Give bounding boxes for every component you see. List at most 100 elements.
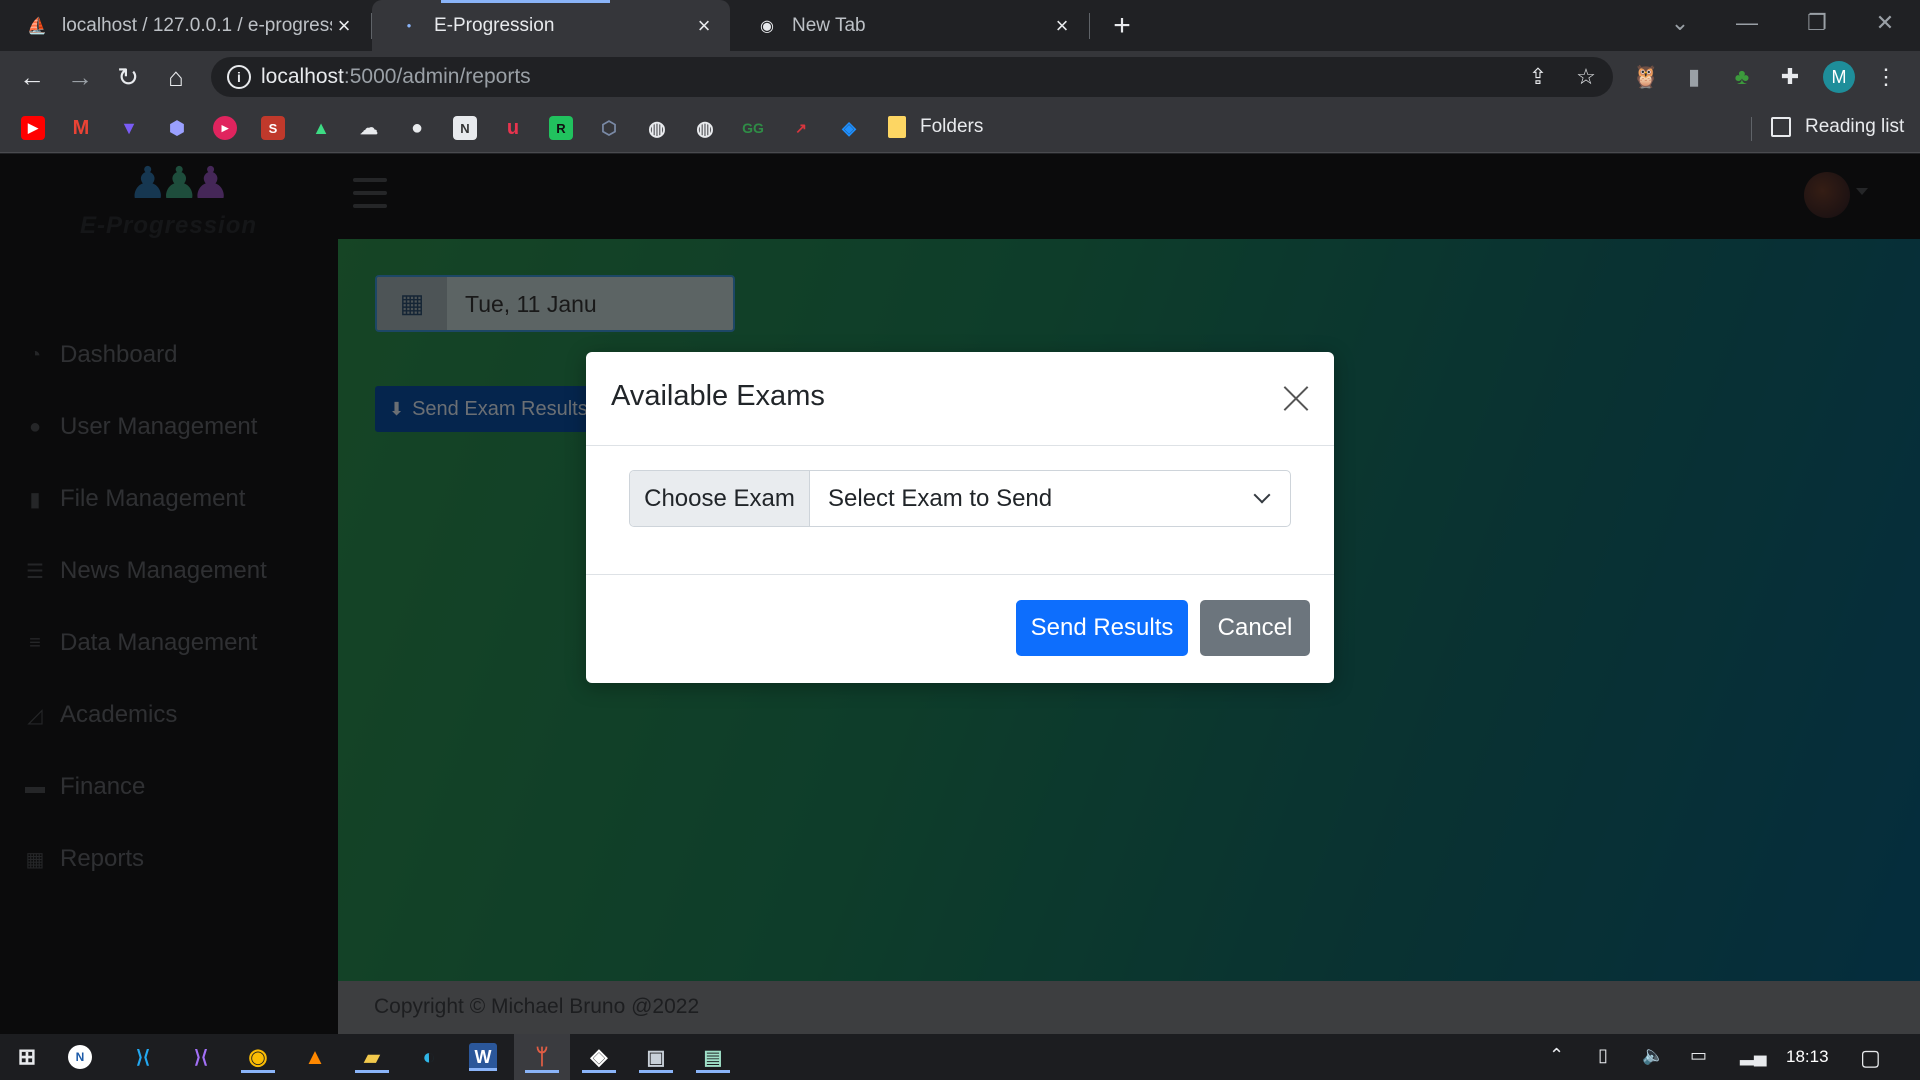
extensions-puzzle-icon[interactable]: ✚ (1774, 61, 1806, 93)
close-tab-icon[interactable]: × (332, 13, 356, 38)
close-tab-icon[interactable]: × (692, 13, 716, 38)
windows-taskbar: ⊞ N ⟩⟨ ⟩⟨ ◉ ▲ ▰ ◐ W ᛘ ◈ ▣ ▤ ⌃ ▯ 🔈 ▭ ▂▄ 1… (0, 1034, 1920, 1080)
tab-divider (1089, 13, 1090, 39)
word-icon[interactable]: W (469, 1043, 497, 1071)
square-s-icon[interactable]: S (261, 116, 285, 140)
globe-icon[interactable]: ◍ (693, 116, 717, 140)
reading-list-icon (1771, 117, 1791, 137)
cloud-icon[interactable]: ☁ (357, 116, 381, 140)
udemy-icon[interactable]: u (501, 116, 525, 140)
url-host: localhost (261, 65, 344, 88)
virtualbox-icon[interactable]: ▣ (639, 1041, 673, 1073)
app-window-icon[interactable]: ▤ (696, 1041, 730, 1073)
vlc-icon[interactable]: ▲ (298, 1041, 332, 1073)
share-icon[interactable]: ⇪ (1525, 64, 1551, 90)
gear-hex-icon[interactable]: ⬢ (165, 116, 189, 140)
profile-avatar[interactable]: M (1823, 61, 1855, 93)
extension-owl-icon[interactable]: 🦉 (1630, 61, 1662, 93)
bookmark-folder[interactable]: Folders (888, 116, 983, 138)
browser-tabstrip: ⛵ localhost / 127.0.0.1 / e-progress × ●… (0, 0, 1920, 51)
browser-toolbar: ← → ↻ ⌂ i localhost:5000/admin/reports ⇪… (0, 51, 1920, 103)
new-tab-button[interactable]: + (1106, 9, 1138, 42)
chevron-down-icon (1253, 486, 1271, 504)
volume-icon[interactable]: 🔈 (1642, 1045, 1664, 1066)
forward-button[interactable]: → (62, 59, 98, 95)
minimize-button[interactable]: — (1712, 0, 1782, 45)
taskbar-indicator (469, 1068, 497, 1071)
signal-icon[interactable]: ▂▄ (1740, 1045, 1767, 1066)
available-exams-modal: Available Exams Choose Exam Select Exam … (586, 352, 1334, 683)
tab-new-tab[interactable]: ◉ New Tab × (730, 0, 1088, 51)
close-icon[interactable] (1283, 385, 1309, 411)
chevron-up-icon[interactable]: ⌃ (1549, 1045, 1564, 1066)
modal-title: Available Exams (611, 380, 825, 412)
modal-footer: Send Results Cancel (586, 575, 1334, 683)
battery-icon[interactable]: ▭ (1690, 1045, 1707, 1066)
tab-search-icon[interactable]: ⌄ (1645, 0, 1715, 45)
site-info-icon[interactable]: i (227, 65, 251, 89)
tab-title: E-Progression (434, 14, 555, 36)
bookmarks-bar: ▶ M ▼ ⬢ ▸ S ▲ ☁ ● N u R ⬡ ◍ ◍ GG ↗ ◈ Fol… (0, 103, 1920, 153)
bookmark-star-icon[interactable]: ☆ (1573, 64, 1599, 90)
phpmyadmin-icon: ⛵ (27, 17, 47, 35)
git-kraken-icon[interactable]: ◈ (582, 1041, 616, 1073)
close-tab-icon[interactable]: × (1050, 13, 1074, 38)
extension-tree-icon[interactable]: ♣ (1726, 61, 1758, 93)
clock[interactable]: 18:13 (1786, 1047, 1829, 1067)
windows-start-icon[interactable]: ⊞ (10, 1041, 44, 1073)
file-explorer-icon[interactable]: ▰ (355, 1041, 389, 1073)
visual-studio-icon[interactable]: ⟩⟨ (184, 1041, 218, 1073)
exam-select[interactable]: Select Exam to Send (810, 471, 1290, 526)
app-n-icon[interactable]: N (68, 1045, 92, 1069)
close-window-button[interactable]: ✕ (1850, 0, 1920, 45)
youtube-icon[interactable]: ▶ (21, 116, 45, 140)
extension-bottle-icon[interactable]: ▮ (1678, 61, 1710, 93)
back-button[interactable]: ← (14, 59, 50, 95)
chart-icon[interactable]: ↗ (789, 116, 813, 140)
gmail-icon[interactable]: M (69, 116, 93, 140)
taskbar-indicator (241, 1070, 275, 1073)
chrome-icon: ◉ (760, 17, 774, 35)
edge-icon[interactable]: ◐ (412, 1041, 446, 1073)
taskbar-indicator (639, 1070, 673, 1073)
r-square-icon[interactable]: R (549, 116, 573, 140)
modal-body: Choose Exam Select Exam to Send (586, 446, 1334, 575)
modal-header: Available Exams (586, 352, 1334, 446)
taskbar-indicator (696, 1070, 730, 1073)
tab-title: localhost / 127.0.0.1 / e-progress (62, 14, 332, 36)
notion-icon[interactable]: N (453, 116, 477, 140)
git-icon[interactable]: ᛘ (525, 1041, 559, 1073)
play-circle-icon[interactable]: ▸ (213, 116, 237, 140)
site-favicon: ● (406, 21, 412, 30)
android-icon[interactable]: ▲ (309, 116, 333, 140)
url-text: localhost:5000/admin/reports (261, 65, 531, 89)
vscode-icon[interactable]: ⟩⟨ (126, 1041, 160, 1073)
device-icon[interactable]: ▯ (1598, 1045, 1608, 1066)
folder-label: Folders (920, 116, 984, 137)
reload-button[interactable]: ↻ (110, 59, 146, 95)
web-page: ♟♟♟ E-Progression ◔Dashboard ●User Manag… (0, 154, 1920, 1034)
exam-input-group: Choose Exam Select Exam to Send (629, 470, 1291, 527)
notification-icon[interactable]: ▢ (1860, 1045, 1881, 1071)
globe-icon[interactable]: ◍ (645, 116, 669, 140)
reading-list-label: Reading list (1805, 116, 1905, 137)
home-button[interactable]: ⌂ (158, 59, 194, 95)
cube-icon[interactable]: ⬡ (597, 116, 621, 140)
github-icon[interactable]: ● (405, 116, 429, 140)
exam-select-value: Select Exam to Send (828, 484, 1053, 512)
tab-e-progression[interactable]: ● E-Progression × (372, 0, 730, 51)
chrome-icon[interactable]: ◉ (241, 1041, 275, 1073)
box-icon[interactable]: ◈ (837, 116, 861, 140)
tab-phpmyadmin[interactable]: ⛵ localhost / 127.0.0.1 / e-progress × (0, 0, 370, 51)
send-results-button[interactable]: Send Results (1016, 600, 1188, 656)
cancel-button[interactable]: Cancel (1200, 600, 1310, 656)
restore-button[interactable]: ❐ (1782, 0, 1852, 45)
tab-title: New Tab (792, 14, 866, 36)
address-bar[interactable]: i localhost:5000/admin/reports ⇪ ☆ (211, 57, 1613, 97)
reading-list-button[interactable]: Reading list (1771, 116, 1904, 138)
choose-exam-label: Choose Exam (630, 471, 810, 526)
taskbar-indicator (582, 1070, 616, 1073)
geeksforgeeks-icon[interactable]: GG (741, 116, 765, 140)
shield-v-icon[interactable]: ▼ (117, 116, 141, 140)
menu-kebab-icon[interactable]: ⋮ (1870, 61, 1902, 93)
